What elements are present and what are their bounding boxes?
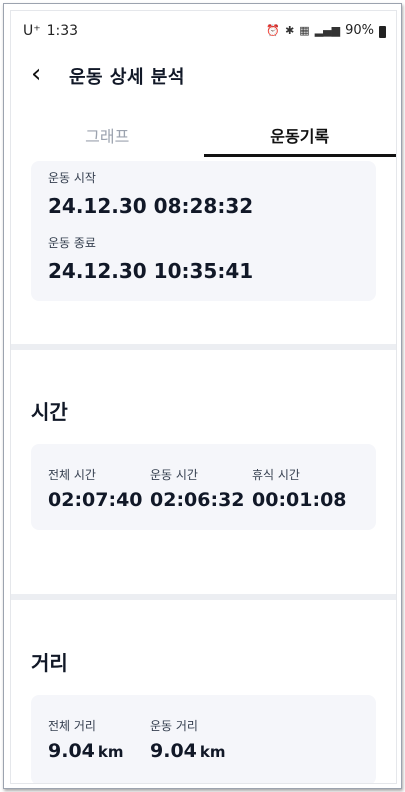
total-time-cell: 전체 시간 02:07:40 [48,466,143,511]
page-title: 운동 상세 분석 [69,67,185,88]
tab-exercise-record[interactable]: 운동기록 [203,111,396,157]
distance-section-title: 거리 [31,651,68,675]
time-card: 전체 시간 02:07:40 운동 시간 02:06:32 휴식 시간 00:0… [31,444,376,530]
total-distance-cell: 전체 거리 9.04 km [48,717,124,762]
exercise-time-cell: 운동 시간 02:06:32 [150,466,245,511]
end-label: 운동 종료 [48,236,96,250]
phone-screen: U⁺ 1:33 ⏰ ✱ ▦ ▂▄▆ 90% ‹ 운동 상세 분석 그래프 운동기… [10,10,397,784]
total-distance-label: 전체 거리 [48,719,96,733]
battery-icon [379,25,386,38]
back-chevron-icon[interactable]: ‹ [31,59,41,89]
battery-percent: 90% [345,23,374,38]
carrier-label: U⁺ [23,23,41,39]
time-section-title: 시간 [31,400,68,424]
tab-graph[interactable]: 그래프 [11,111,204,157]
rest-time-cell: 휴식 시간 00:01:08 [252,466,347,511]
signal-icon: ▂▄▆ [314,24,341,37]
section-divider [11,594,396,600]
clock: 1:33 [46,23,79,39]
tab-bar: 그래프 운동기록 [11,111,396,157]
status-bar: U⁺ 1:33 ⏰ ✱ ▦ ▂▄▆ 90% [11,11,396,51]
end-value: 24.12.30 10:35:41 [48,259,254,283]
exercise-distance-cell: 운동 거리 9.04 km [150,717,226,762]
distance-card: 전체 거리 9.04 km 운동 거리 9.04 km [31,695,376,783]
start-label: 운동 시작 [48,171,96,185]
total-distance-value: 9.04 [48,740,95,762]
exercise-time-value: 02:06:32 [150,489,245,511]
exercise-time-label: 운동 시간 [150,468,198,482]
bluetooth-icon: ✱ [285,24,295,37]
total-distance-unit: km [97,743,124,761]
exercise-distance-unit: km [199,743,226,761]
rest-time-label: 휴식 시간 [252,468,300,482]
start-value: 24.12.30 08:28:32 [48,194,254,218]
app-header: ‹ 운동 상세 분석 [11,55,396,99]
alarm-icon: ⏰ [266,24,281,37]
exercise-distance-label: 운동 거리 [150,719,198,733]
session-card: 운동 시작 24.12.30 08:28:32 운동 종료 24.12.30 1… [31,161,376,301]
network-5g-icon: ▦ [299,24,310,37]
rest-time-value: 00:01:08 [252,489,347,511]
total-time-value: 02:07:40 [48,489,143,511]
screenshot-frame: U⁺ 1:33 ⏰ ✱ ▦ ▂▄▆ 90% ‹ 운동 상세 분석 그래프 운동기… [3,3,402,789]
total-time-label: 전체 시간 [48,468,96,482]
exercise-distance-value: 9.04 [150,740,197,762]
section-divider [11,344,396,350]
